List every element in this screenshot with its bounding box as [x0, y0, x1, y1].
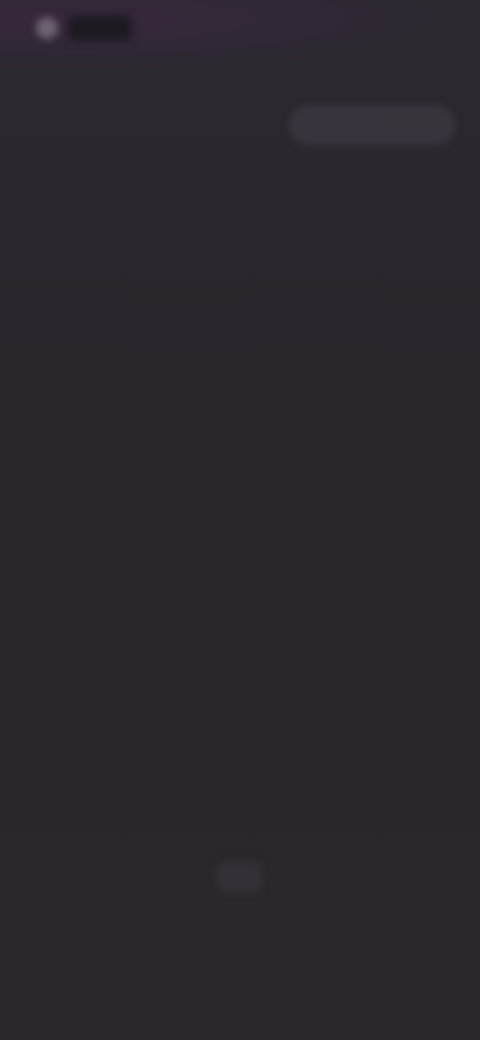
brand-logo-icon [36, 17, 58, 39]
content-card [32, 178, 446, 210]
app-icon[interactable] [216, 862, 262, 892]
brand-header[interactable] [36, 10, 132, 46]
app-screen [0, 0, 480, 1040]
header-action-button[interactable] [290, 106, 454, 144]
brand-name [68, 15, 132, 41]
